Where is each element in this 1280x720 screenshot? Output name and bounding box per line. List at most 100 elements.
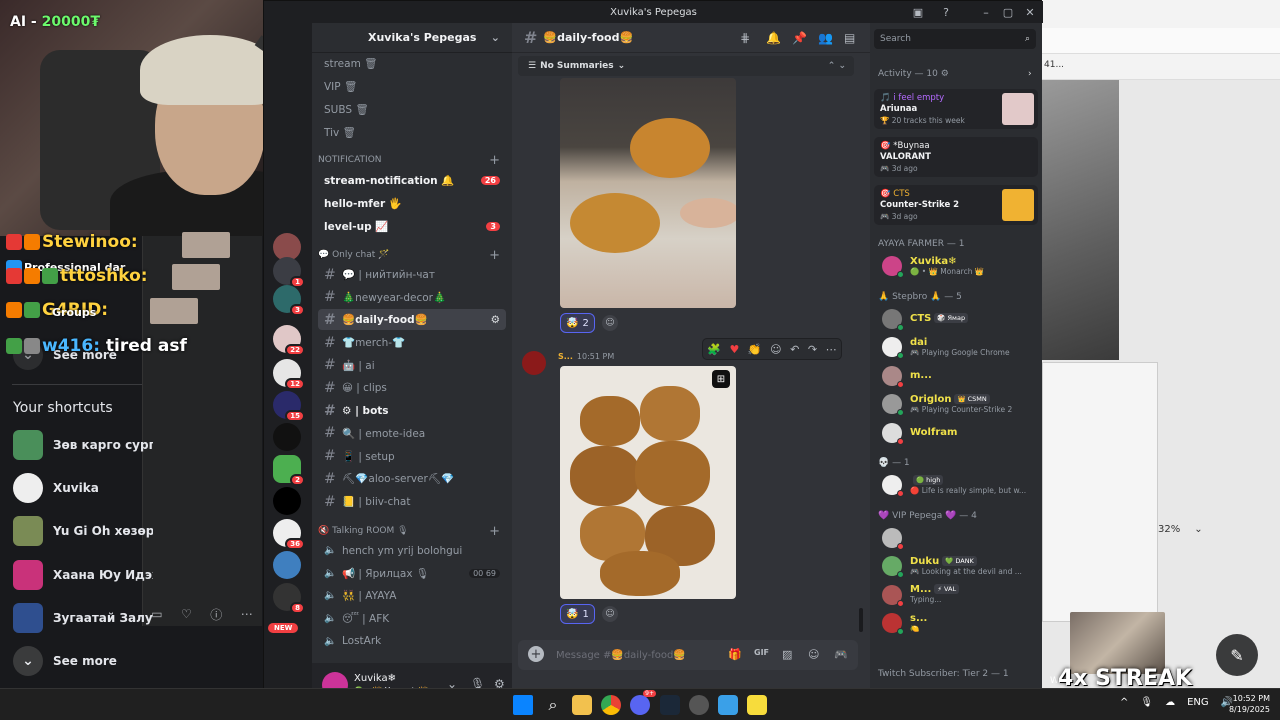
shortcut-item[interactable]: Зөв карго сурга — [13, 430, 153, 460]
help-icon[interactable]: ? — [934, 1, 958, 23]
server-header[interactable]: Xuvika's Pepegas ⌄ — [312, 23, 512, 53]
compose-icon[interactable]: ✎ — [1216, 634, 1258, 676]
discord-icon[interactable]: 9+ — [630, 690, 656, 715]
voice-channel-item[interactable]: 🔈 😴 | AFK — [318, 608, 506, 629]
more-icon[interactable]: ⋯ — [241, 607, 253, 621]
mic-icon[interactable]: 🎙 — [1140, 697, 1153, 708]
channel-item[interactable]: # 🤖 | ai — [318, 355, 506, 376]
channel-item[interactable]: # 😀 | clips — [318, 378, 506, 399]
member-item[interactable]: M... ⚡ VAL Typing... — [882, 582, 1038, 608]
inbox-icon[interactable]: ▤ — [844, 31, 855, 45]
minimize-icon[interactable]: – — [974, 1, 998, 23]
activity-card[interactable]: 🎯 *Buynaa VALORANT 🎮 3d ago — [874, 137, 1038, 177]
channel-item[interactable]: level-up 📈 3 — [318, 216, 506, 237]
clock[interactable]: 10:52 PM 8/19/2025 — [1229, 693, 1270, 715]
gift-icon[interactable]: 🎁 — [728, 648, 742, 661]
browser-tab-label[interactable]: 41... — [1044, 60, 1064, 70]
plus-icon[interactable]: + — [528, 646, 544, 662]
channel-item[interactable]: # 🔍 | emote-idea — [318, 423, 506, 444]
jump-arrows-icon[interactable]: ⌃ ⌄ — [828, 61, 846, 71]
maximize-icon[interactable]: ▢ — [996, 1, 1020, 23]
channel-item[interactable]: stream 🗑 — [318, 53, 506, 74]
heart-icon[interactable]: ♥ — [730, 343, 740, 356]
add-channel-icon[interactable]: + — [489, 524, 500, 539]
reaction-pill[interactable]: 🤯 1 — [560, 604, 595, 624]
member-item[interactable]: Origlon 👑 CSMN 🎮 Playing Counter-Strike 2 — [882, 391, 1038, 417]
food-image-chicken[interactable]: ⊞ — [560, 366, 736, 599]
channel-item[interactable]: # 👕merch-👕 — [318, 332, 506, 353]
zoom-level[interactable]: 32% ⌄ — [1150, 518, 1280, 540]
onedrive-icon[interactable]: ☁ — [1165, 697, 1175, 708]
member-item[interactable]: s... 🍋 — [882, 610, 1038, 636]
shortcut-item[interactable]: Yu Gi Oh хөзөр — [13, 516, 153, 546]
member-item[interactable]: dai 🎮 Playing Google Chrome — [882, 334, 1038, 360]
emoji-reaction-icon[interactable]: 🧩 — [707, 343, 721, 356]
member-item[interactable]: Wolfram — [882, 420, 1038, 446]
forward-icon[interactable]: ↷ — [808, 343, 817, 356]
shortcut-item[interactable]: Хаана Юу Идэх — [13, 560, 153, 590]
server-icon[interactable]: 2 — [273, 455, 305, 486]
channel-item[interactable]: stream-notification 🔔 26 — [318, 170, 506, 191]
channel-item[interactable]: VIP 🗑 — [318, 76, 506, 97]
activity-card[interactable]: 🎯 CTS Counter-Strike 2 🎮 3d ago — [874, 185, 1038, 225]
channel-item[interactable]: # 🎄newyear-decor🎄 — [318, 287, 506, 308]
add-reaction-icon[interactable]: ☺ — [770, 343, 781, 356]
member-item[interactable]: Duku 💚 DANK 🎮 Looking at the devil and ... — [882, 553, 1038, 579]
server-icon[interactable]: 36 — [273, 519, 305, 550]
voice-channel-item[interactable]: 🔈 📢 | Ярилцах 🎙 00 69 — [318, 563, 506, 584]
server-icon[interactable]: 3 — [273, 285, 305, 316]
pin-icon[interactable]: 📌 — [792, 31, 807, 45]
photos-icon[interactable] — [718, 695, 738, 715]
gif-icon[interactable]: GIF — [754, 648, 769, 657]
summaries-bar[interactable]: ☰ No Summaries ⌄ ⌃ ⌄ — [518, 56, 854, 76]
channel-item[interactable]: # 🍔daily-food🍔 ⚙ — [318, 309, 506, 331]
scrollbar[interactable] — [859, 608, 863, 632]
add-channel-icon[interactable]: + — [489, 153, 500, 168]
channel-item[interactable]: Tiv 🗑 — [318, 122, 506, 143]
reaction-pill[interactable]: 🤯 2 — [560, 313, 595, 333]
food-image-burgers[interactable] — [560, 78, 736, 308]
server-icon[interactable]: 15 — [273, 391, 305, 422]
language-indicator[interactable]: ENG — [1187, 697, 1209, 708]
obs-icon[interactable] — [689, 695, 709, 715]
channel-item[interactable]: hello-mfer 🖐 — [318, 193, 506, 214]
threads-icon[interactable]: ⋕ — [740, 31, 750, 45]
reply-icon[interactable]: ↶ — [790, 343, 799, 356]
server-icon[interactable]: 1 — [273, 257, 305, 288]
voice-channel-item[interactable]: 🔈 LostArk — [318, 631, 506, 652]
message-input[interactable]: + Message #🍔daily-food🍔 — [518, 640, 858, 670]
add-reaction-icon[interactable]: ☺ — [602, 315, 618, 331]
close-icon[interactable]: ✕ — [1018, 1, 1042, 23]
add-reaction-icon[interactable]: ☺ — [602, 606, 618, 622]
member-item[interactable]: Xuvika❄ 🟢 • 👑 Monarch 👑 — [882, 253, 1038, 279]
search-icon[interactable]: ⌕ — [543, 695, 563, 715]
server-icon[interactable] — [273, 487, 301, 515]
shortcut-item[interactable]: Xuvika — [13, 473, 153, 503]
server-icon[interactable]: 22 — [273, 325, 305, 356]
member-item[interactable]: 🟢 high 🔴 Life is really simple, but w... — [882, 472, 1038, 498]
chrome-icon[interactable] — [601, 695, 621, 715]
server-icon[interactable]: 12 — [273, 359, 305, 390]
members-icon[interactable]: 👥 — [818, 31, 833, 45]
channel-item[interactable]: SUBS 🗑 — [318, 99, 506, 120]
category-notification[interactable]: NOTIFICATION + — [318, 153, 506, 168]
sticker-icon[interactable]: ▨ — [782, 648, 792, 661]
app-grid-icon[interactable]: ⊞ — [712, 370, 730, 388]
steam-icon[interactable] — [660, 695, 680, 715]
notepad-icon[interactable] — [747, 695, 767, 715]
channel-item[interactable]: # ⛏💎aloo-server⛏💎 — [318, 468, 506, 489]
member-item[interactable]: CTS 🎲 Ямар — [882, 306, 1038, 332]
category-only-chat[interactable]: 💬 Only chat 🪄 + — [318, 248, 506, 263]
voice-channel-item[interactable]: 🔈 hench ym yrij bolohgui — [318, 540, 506, 561]
inbox-icon[interactable]: ▣ — [906, 1, 930, 23]
member-item[interactable]: m... — [882, 363, 1038, 389]
file-explorer-icon[interactable] — [572, 695, 592, 715]
bell-icon[interactable]: 🔔 — [766, 31, 781, 45]
channel-item[interactable]: # 📱 | setup — [318, 446, 506, 467]
windows-start-icon[interactable] — [513, 695, 533, 715]
heart-icon[interactable]: ♡ — [181, 607, 192, 621]
chevron-up-icon[interactable]: ^ — [1120, 697, 1128, 708]
shortcut-item[interactable]: Зугаатай Залуу — [13, 603, 153, 633]
clap-icon[interactable]: 👏 — [748, 343, 762, 356]
emoji-icon[interactable]: ☺ — [808, 648, 819, 661]
